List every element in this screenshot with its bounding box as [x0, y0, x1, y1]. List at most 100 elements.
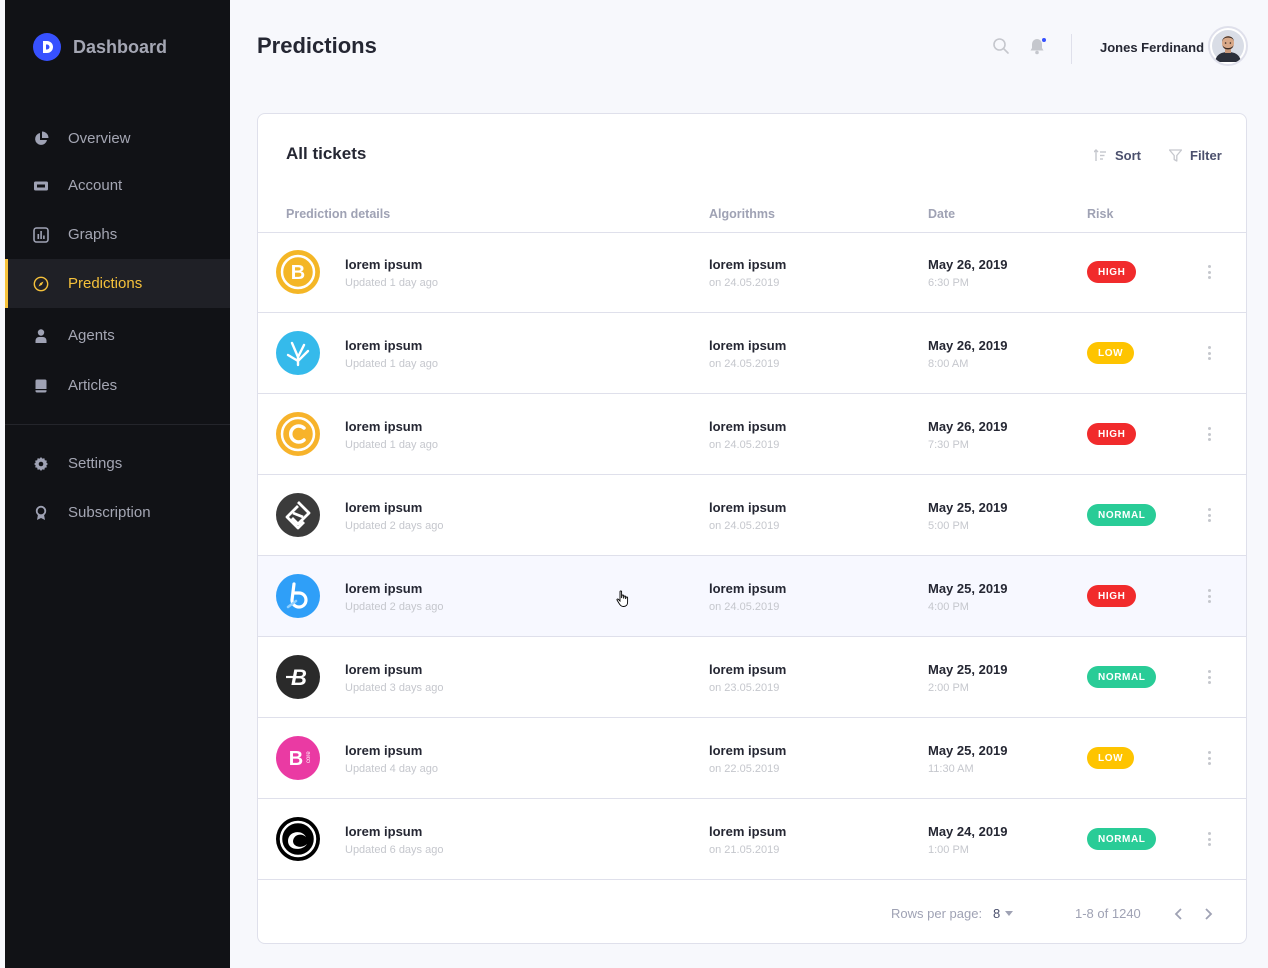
- algorithm-name: lorem ipsum: [709, 662, 787, 677]
- prediction-updated: Updated 2 days ago: [345, 601, 444, 613]
- sidebar-item-graphs[interactable]: Graphs: [5, 210, 230, 259]
- row-date: May 26, 2019: [928, 419, 1008, 434]
- more-options-icon[interactable]: [1202, 506, 1216, 524]
- risk-badge: HIGH: [1087, 423, 1137, 445]
- sidebar-item-label: Account: [68, 177, 123, 194]
- prediction-updated: Updated 1 day ago: [345, 439, 438, 451]
- table-row[interactable]: lorem ipsum Updated 2 days ago lorem ips…: [258, 475, 1246, 556]
- table-row[interactable]: lorem ipsum Updated 2 days ago lorem ips…: [258, 556, 1246, 637]
- prediction-updated: Updated 3 days ago: [345, 682, 444, 694]
- table-row[interactable]: lorem ipsum Updated 1 day ago lorem ipsu…: [258, 313, 1246, 394]
- more-options-icon[interactable]: [1202, 668, 1216, 686]
- prediction-updated: Updated 1 day ago: [345, 358, 438, 370]
- bluzelle-icon: [276, 574, 320, 618]
- more-options-icon[interactable]: [1202, 587, 1216, 605]
- algorithm-date: on 22.05.2019: [709, 763, 780, 775]
- prediction-title: lorem ipsum: [345, 500, 423, 515]
- sidebar-item-agents[interactable]: Agents: [5, 311, 230, 360]
- tickets-card: All tickets Sort Filter Prediction detai…: [257, 113, 1247, 944]
- svg-text:B: B: [291, 262, 305, 284]
- coin-c-icon: [276, 412, 320, 456]
- sidebar-item-label: Subscription: [68, 504, 151, 521]
- search-icon[interactable]: [992, 37, 1010, 55]
- sidebar: Dashboard Overview Account Graphs Predic…: [5, 0, 230, 968]
- prediction-updated: Updated 2 days ago: [345, 520, 444, 532]
- prediction-title: lorem ipsum: [345, 824, 423, 839]
- more-options-icon[interactable]: [1202, 425, 1216, 443]
- bitcoin-core-icon: B core: [276, 736, 320, 780]
- algorithm-name: lorem ipsum: [709, 257, 787, 272]
- rows-per-page-value: 8: [993, 906, 1001, 921]
- sort-label: Sort: [1115, 148, 1141, 163]
- sidebar-item-predictions[interactable]: Predictions: [5, 259, 230, 308]
- risk-badge: LOW: [1087, 747, 1135, 769]
- gear-icon: [33, 456, 49, 472]
- algorithm-name: lorem ipsum: [709, 743, 787, 758]
- more-options-icon[interactable]: [1202, 749, 1216, 767]
- rows-per-page-select[interactable]: 8: [993, 906, 1014, 921]
- risk-badge: NORMAL: [1087, 504, 1157, 526]
- risk-badge: HIGH: [1087, 261, 1137, 283]
- table-row[interactable]: lorem ipsum Updated 6 days ago lorem ips…: [258, 799, 1246, 880]
- sidebar-item-subscription[interactable]: Subscription: [5, 488, 230, 537]
- column-header-date[interactable]: Date: [928, 207, 955, 221]
- logo-icon: [33, 33, 61, 61]
- more-options-icon[interactable]: [1202, 830, 1216, 848]
- row-date: May 25, 2019: [928, 743, 1008, 758]
- chevron-left-icon: [1174, 908, 1182, 920]
- row-time: 6:30 PM: [928, 277, 969, 289]
- table-row[interactable]: lorem ipsum Updated 1 day ago lorem ipsu…: [258, 394, 1246, 475]
- page-title: Predictions: [257, 33, 377, 58]
- row-date: May 25, 2019: [928, 662, 1008, 677]
- table-row[interactable]: B core lorem ipsum Updated 4 day ago lor…: [258, 718, 1246, 799]
- row-time: 11:30 AM: [928, 763, 974, 775]
- notification-dot: [1041, 37, 1047, 43]
- row-date: May 26, 2019: [928, 338, 1008, 353]
- user-name[interactable]: Jones Ferdinand: [1100, 40, 1204, 55]
- sidebar-item-overview[interactable]: Overview: [5, 114, 230, 163]
- column-header-algorithms[interactable]: Algorithms: [709, 207, 775, 221]
- card-title: All tickets: [286, 144, 367, 163]
- sort-button[interactable]: Sort: [1094, 148, 1141, 163]
- sidebar-item-label: Agents: [68, 327, 115, 344]
- table-row[interactable]: B lorem ipsum Updated 1 day ago lorem ip…: [258, 232, 1246, 313]
- next-page-button[interactable]: [1199, 904, 1219, 924]
- more-options-icon[interactable]: [1202, 263, 1216, 281]
- avatar[interactable]: [1208, 26, 1248, 66]
- sidebar-item-label: Articles: [68, 377, 118, 394]
- prediction-title: lorem ipsum: [345, 662, 423, 677]
- sidebar-item-articles[interactable]: Articles: [5, 361, 230, 410]
- row-date: May 24, 2019: [928, 824, 1008, 839]
- algorithm-date: on 24.05.2019: [709, 358, 780, 370]
- row-date: May 25, 2019: [928, 581, 1008, 596]
- bytom-icon: [276, 493, 320, 537]
- more-options-icon[interactable]: [1202, 344, 1216, 362]
- app-logo[interactable]: Dashboard: [33, 33, 167, 61]
- sidebar-item-settings[interactable]: Settings: [5, 439, 230, 488]
- user-icon: [33, 328, 49, 344]
- algorithm-date: on 24.05.2019: [709, 601, 780, 613]
- sidebar-item-label: Overview: [68, 130, 131, 147]
- chevron-right-icon: [1205, 908, 1213, 920]
- bitcoin-icon: B: [276, 250, 320, 294]
- filter-button[interactable]: Filter: [1169, 148, 1222, 163]
- row-time: 2:00 PM: [928, 682, 969, 694]
- row-time: 7:30 PM: [928, 439, 969, 451]
- bittorrent-icon: [276, 817, 320, 861]
- row-time: 5:00 PM: [928, 520, 969, 532]
- sidebar-divider: [5, 424, 230, 425]
- table-row[interactable]: B lorem ipsum Updated 3 days ago lorem i…: [258, 637, 1246, 718]
- column-header-risk[interactable]: Risk: [1087, 207, 1113, 221]
- sidebar-item-label: Settings: [68, 455, 123, 472]
- row-date: May 25, 2019: [928, 500, 1008, 515]
- risk-badge: NORMAL: [1087, 828, 1157, 850]
- sidebar-item-label: Graphs: [68, 226, 118, 243]
- bell-icon[interactable]: [1029, 37, 1047, 55]
- filter-icon: [1169, 149, 1182, 162]
- row-time: 1:00 PM: [928, 844, 969, 856]
- hand-cursor-icon: [616, 590, 629, 607]
- algorithm-date: on 23.05.2019: [709, 682, 780, 694]
- column-header-details[interactable]: Prediction details: [286, 207, 390, 221]
- prev-page-button[interactable]: [1168, 904, 1188, 924]
- sidebar-item-account[interactable]: Account: [5, 161, 230, 210]
